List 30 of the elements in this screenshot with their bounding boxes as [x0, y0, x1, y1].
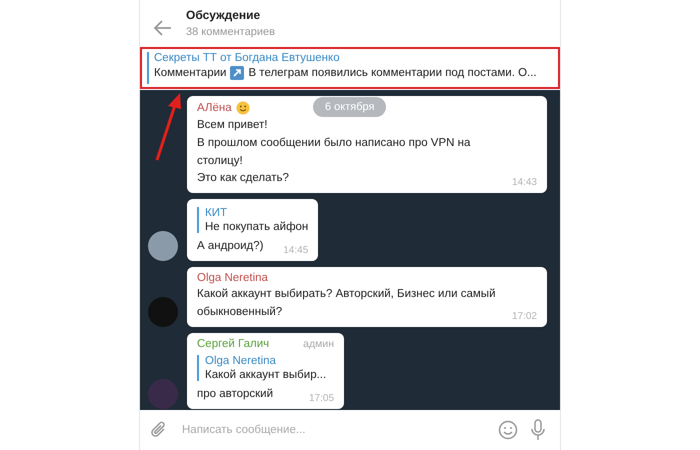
- message-time: 14:43: [512, 177, 537, 188]
- reply-text: Какой аккаунт выбир...: [205, 368, 328, 381]
- back-arrow-icon[interactable]: [154, 20, 172, 36]
- message-text: про авторский: [197, 386, 274, 402]
- message-time: 17:02: [512, 310, 537, 322]
- avatar[interactable]: [148, 231, 178, 262]
- message-time: 17:05: [308, 392, 334, 404]
- date-pill: 6 октября: [313, 97, 386, 117]
- chat-title: Обсуждение: [186, 8, 262, 22]
- admin-label: админ: [303, 338, 334, 350]
- message-text: А андроид?): [197, 239, 264, 254]
- reply-quote[interactable]: КИТ Не покупать айфон: [197, 207, 308, 234]
- message-text: Всем привет! В прошлом сообщении было написано про VPN на столицу! Это как сделать?: [197, 118, 472, 186]
- reply-author: Olga Neretina: [205, 354, 277, 367]
- pinned-post-title: Секреты ТТ от Богдана Евтушенко: [154, 52, 341, 64]
- pinned-post-bar[interactable]: Секреты ТТ от Богдана Евтушенко Комментарии В телеграм появились комментарии под постами. О...: [140, 47, 560, 89]
- pinned-post-text: В телеграм появились комментарии под постами. О...: [248, 67, 537, 79]
- message-time: 14:45: [283, 245, 308, 256]
- annotation-arrow: [154, 92, 184, 162]
- message-text: Какой аккаунт выбирать? Авторский, Бизнес или самый обыкновенный?: [197, 287, 496, 320]
- sender-name[interactable]: Olga Neretina: [197, 272, 268, 284]
- reply-author: КИТ: [205, 207, 228, 220]
- microphone-icon[interactable]: [530, 419, 546, 441]
- sender-name[interactable]: АЛёна: [197, 102, 232, 114]
- reply-text: Не покупать айфон: [205, 221, 308, 234]
- pinned-label: Комментарии: [154, 67, 226, 79]
- reply-quote[interactable]: Olga Neretina Какой аккаунт выбир...: [197, 354, 334, 381]
- arrow-emoji-icon: [230, 66, 244, 80]
- comment-count: 38 комментариев: [186, 26, 275, 38]
- smiley-icon[interactable]: [498, 420, 518, 440]
